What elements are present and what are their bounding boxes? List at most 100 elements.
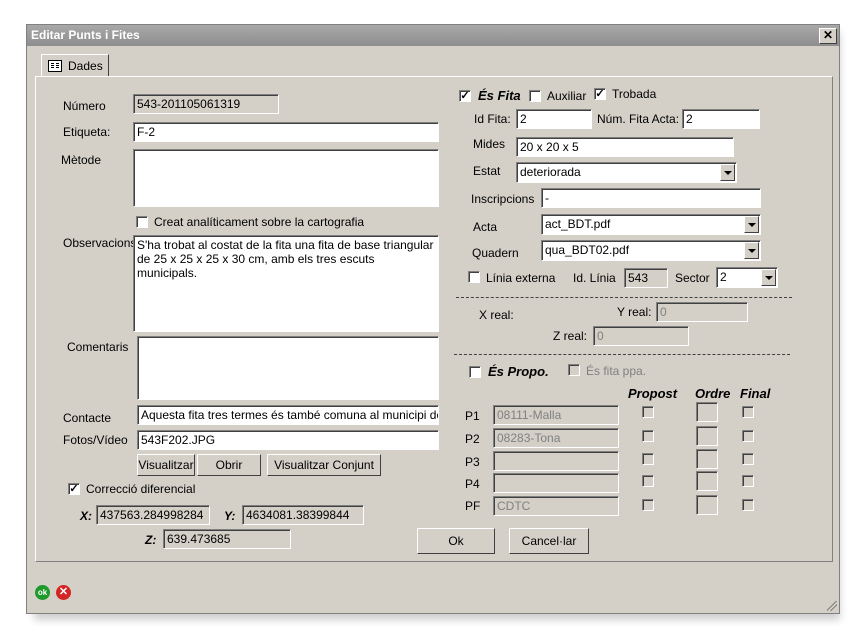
metode-field[interactable] bbox=[133, 149, 439, 207]
estat-value: deteriorada bbox=[520, 165, 581, 179]
window-title: Editar Punts i Fites bbox=[31, 28, 140, 42]
z-real-field: 0 bbox=[593, 326, 689, 346]
es-fita-ppa-checkbox bbox=[568, 364, 580, 376]
observacions-label: Observacions bbox=[63, 236, 137, 250]
z-real-label: Z real: bbox=[553, 329, 588, 343]
obrir-button[interactable]: Obrir bbox=[197, 454, 261, 476]
num-fita-acta-label: Núm. Fita Acta: bbox=[597, 112, 680, 126]
row-p4-final-checkbox[interactable] bbox=[742, 475, 754, 487]
etiqueta-field[interactable]: F-2 bbox=[133, 122, 439, 142]
cancel-icon[interactable]: ✕ bbox=[56, 585, 71, 600]
row-pf-field: CDTC bbox=[493, 496, 619, 516]
ok-icon[interactable]: ok bbox=[35, 585, 50, 600]
row-p3-ordre-field[interactable] bbox=[696, 449, 718, 469]
numero-label: Número bbox=[63, 99, 106, 113]
y-coord-label: Y: bbox=[224, 509, 236, 523]
observacions-field[interactable]: S'ha trobat al costat de la fita una fit… bbox=[133, 235, 439, 332]
tab-label: Dades bbox=[68, 59, 103, 73]
y-coord-field: 4634081.38399844 bbox=[242, 505, 364, 525]
comentaris-field[interactable] bbox=[137, 336, 439, 400]
row-p3-final-checkbox[interactable] bbox=[742, 453, 754, 465]
sector-select[interactable]: 2 bbox=[716, 267, 778, 288]
sector-value: 2 bbox=[720, 270, 727, 284]
visualitzar-conjunt-button[interactable]: Visualitzar Conjunt bbox=[267, 454, 381, 476]
ok-button[interactable]: Ok bbox=[417, 528, 495, 554]
num-fita-acta-field[interactable]: 2 bbox=[682, 109, 760, 129]
row-p2-field: 08283-Tona bbox=[493, 428, 619, 448]
contacte-field[interactable]: Aquesta fita tres termes és també comuna… bbox=[137, 405, 439, 425]
es-fita-label: És Fita bbox=[478, 88, 521, 103]
acta-select[interactable]: act_BDT.pdf bbox=[541, 214, 761, 235]
row-pf-ordre-field[interactable] bbox=[696, 495, 718, 515]
row-p3-field bbox=[493, 451, 619, 471]
quadern-value: qua_BDT02.pdf bbox=[545, 243, 630, 257]
id-linia-label: Id. Línia bbox=[573, 271, 616, 285]
visualitzar-button[interactable]: Visualitzar bbox=[137, 454, 195, 476]
row-p4-label: P4 bbox=[465, 477, 480, 491]
fotos-label: Fotos/Vídeo bbox=[63, 433, 128, 447]
correccio-diferencial-checkbox[interactable]: ✓ bbox=[68, 483, 80, 495]
z-coord-label: Z: bbox=[145, 533, 157, 547]
linia-externa-checkbox[interactable] bbox=[468, 271, 480, 283]
row-p4-propost-checkbox[interactable] bbox=[642, 475, 654, 487]
contacte-label: Contacte bbox=[63, 411, 112, 425]
id-linia-field: 543 bbox=[624, 268, 668, 288]
es-propo-checkbox[interactable] bbox=[469, 366, 481, 378]
fotos-field[interactable]: 543F202.JPG bbox=[137, 430, 439, 450]
row-p4-ordre-field[interactable] bbox=[696, 471, 718, 491]
y-real-field: 0 bbox=[656, 302, 748, 322]
row-p2-propost-checkbox[interactable] bbox=[642, 430, 654, 442]
row-p1-final-checkbox[interactable] bbox=[742, 406, 754, 418]
trobada-checkbox[interactable]: ✓ bbox=[594, 88, 606, 100]
creat-analiticament-label: Creat analíticament sobre la cartografia bbox=[154, 215, 365, 229]
cancel-button[interactable]: Cancel·lar bbox=[509, 528, 589, 554]
trobada-label: Trobada bbox=[612, 87, 657, 101]
metode-label: Mètode bbox=[61, 153, 102, 167]
mides-label: Mides bbox=[473, 137, 506, 151]
dialog-window: Editar Punts i Fites ✕ Dades Número 543-… bbox=[26, 24, 840, 614]
id-fita-label: Id Fita: bbox=[474, 112, 511, 126]
row-p2-ordre-field[interactable] bbox=[696, 426, 718, 446]
row-p1-propost-checkbox[interactable] bbox=[642, 406, 654, 418]
form-icon bbox=[48, 60, 62, 72]
sector-label: Sector bbox=[675, 271, 710, 285]
close-button[interactable]: ✕ bbox=[819, 28, 837, 44]
row-p2-label: P2 bbox=[465, 432, 480, 446]
auxiliar-checkbox[interactable] bbox=[529, 90, 541, 102]
es-fita-ppa-label: És fita ppa. bbox=[586, 364, 647, 378]
row-p1-field: 08111-Malla bbox=[493, 405, 619, 425]
row-p1-ordre-field[interactable] bbox=[696, 402, 718, 422]
divider bbox=[454, 354, 790, 355]
resize-grip-icon[interactable] bbox=[827, 601, 837, 611]
y-real-label: Y real: bbox=[617, 305, 652, 319]
chevron-down-icon[interactable] bbox=[720, 164, 735, 181]
row-p3-propost-checkbox[interactable] bbox=[642, 453, 654, 465]
row-p4-field bbox=[493, 473, 619, 493]
inscripcions-field[interactable]: - bbox=[541, 188, 761, 208]
numero-field: 543-201105061319 bbox=[133, 94, 279, 114]
linia-externa-label: Línia externa bbox=[486, 271, 556, 285]
tab-dades[interactable]: Dades bbox=[41, 54, 109, 77]
col-header-final: Final bbox=[740, 386, 771, 401]
quadern-select[interactable]: qua_BDT02.pdf bbox=[541, 240, 761, 261]
comentaris-label: Comentaris bbox=[67, 340, 129, 354]
row-pf-final-checkbox[interactable] bbox=[742, 499, 754, 511]
estat-label: Estat bbox=[473, 164, 501, 178]
z-coord-field: 639.473685 bbox=[163, 529, 291, 549]
es-propo-label: És Propo. bbox=[488, 364, 549, 379]
row-pf-propost-checkbox[interactable] bbox=[642, 499, 654, 511]
x-coord-label: X: bbox=[80, 509, 92, 523]
mides-field[interactable]: 20 x 20 x 5 bbox=[516, 137, 734, 157]
estat-select[interactable]: deteriorada bbox=[516, 162, 737, 183]
chevron-down-icon[interactable] bbox=[744, 242, 759, 259]
chevron-down-icon[interactable] bbox=[761, 269, 776, 286]
etiqueta-label: Etiqueta: bbox=[63, 125, 111, 139]
title-bar[interactable]: Editar Punts i Fites ✕ bbox=[27, 25, 839, 46]
es-fita-checkbox[interactable]: ✓ bbox=[459, 90, 471, 102]
x-coord-field: 437563.284998284 bbox=[96, 505, 210, 525]
row-p2-final-checkbox[interactable] bbox=[742, 430, 754, 442]
row-pf-label: PF bbox=[465, 499, 481, 513]
chevron-down-icon[interactable] bbox=[744, 216, 759, 233]
id-fita-field[interactable]: 2 bbox=[516, 109, 592, 129]
creat-analiticament-checkbox[interactable] bbox=[136, 216, 148, 228]
